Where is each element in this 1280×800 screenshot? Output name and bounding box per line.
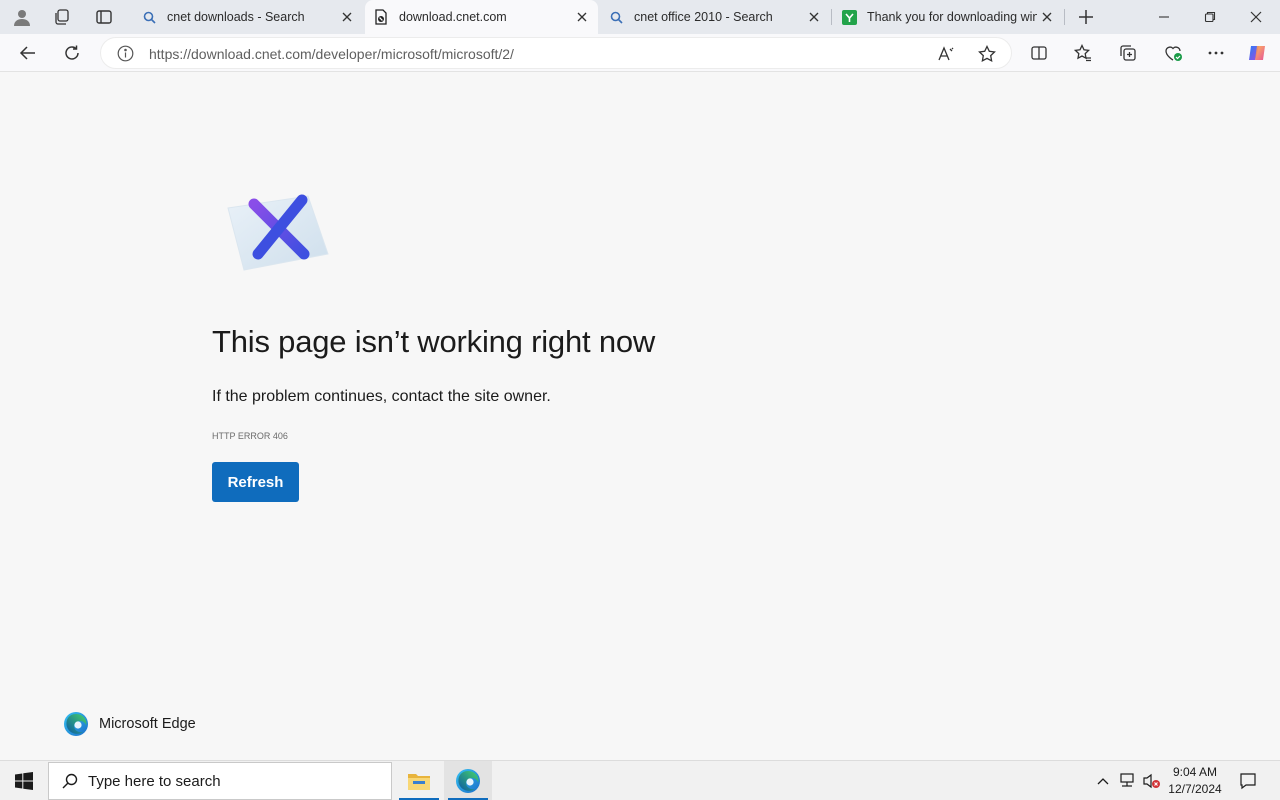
browser-toolbar: https://download.cnet.com/developer/micr…	[0, 34, 1280, 72]
network-icon[interactable]	[1115, 769, 1139, 793]
workspaces-icon	[55, 9, 69, 25]
tab-thank-you-downloading[interactable]: Thank you for downloading windows	[833, 0, 1063, 34]
close-tab-icon[interactable]	[804, 7, 824, 27]
edge-branding: Microsoft Edge	[63, 711, 196, 737]
search-placeholder: Type here to search	[88, 772, 221, 790]
browser-essentials-icon	[1165, 46, 1182, 61]
minimize-button[interactable]	[1141, 0, 1187, 34]
tab-title: cnet office 2010 - Search	[634, 10, 773, 24]
windows-logo-icon	[15, 772, 33, 790]
notification-icon	[1240, 773, 1256, 790]
tab-title: download.cnet.com	[399, 10, 507, 24]
back-button[interactable]	[12, 37, 44, 69]
search-icon	[608, 9, 624, 25]
show-hidden-icons-button[interactable]	[1091, 769, 1115, 793]
reload-button[interactable]	[56, 37, 88, 69]
error-code: HTTP ERROR 406	[212, 431, 288, 441]
folder-icon	[408, 774, 430, 790]
edge-taskbar-button[interactable]	[444, 761, 492, 800]
tab-cnet-office-2010-search[interactable]: cnet office 2010 - Search	[600, 0, 830, 34]
profile-icon	[14, 10, 30, 26]
error-x-icon	[227, 194, 329, 271]
workspaces-button[interactable]	[45, 3, 79, 31]
clock-time: 9:04 AM	[1172, 765, 1218, 779]
favorites-button[interactable]	[1067, 37, 1099, 69]
browser-essentials-button[interactable]	[1157, 37, 1189, 69]
taskbar-search-box[interactable]: Type here to search	[48, 762, 392, 800]
minimize-icon	[1159, 16, 1169, 18]
start-button[interactable]	[0, 761, 48, 800]
read-aloud-icon[interactable]	[937, 45, 955, 68]
restore-icon	[1204, 11, 1216, 23]
notification-center-button[interactable]	[1236, 769, 1260, 793]
tab-title: Thank you for downloading windows	[867, 10, 1037, 24]
error-description: If the problem continues, contact the si…	[212, 388, 551, 405]
tab-download-cnet[interactable]: download.cnet.com	[365, 0, 598, 34]
tab-strip: cnet downloads - Search download.cnet.co…	[0, 0, 1280, 34]
file-explorer-button[interactable]	[395, 761, 443, 800]
new-tab-button[interactable]	[1069, 3, 1103, 31]
page-title: This page isn’t working right now	[212, 324, 656, 359]
windows-taskbar: Type here to search 9:04 AM 12/7/2024	[0, 760, 1280, 800]
close-tab-icon[interactable]	[1037, 7, 1057, 27]
tab-actions-button[interactable]	[87, 3, 121, 31]
copilot-icon	[1249, 46, 1265, 60]
close-icon	[1250, 11, 1262, 23]
settings-more-button[interactable]	[1200, 37, 1232, 69]
edge-logo-icon	[456, 769, 480, 793]
more-dots-icon	[1208, 51, 1224, 55]
split-screen-button[interactable]	[1023, 37, 1055, 69]
back-arrow-icon	[19, 46, 35, 60]
address-url[interactable]: https://download.cnet.com/developer/micr…	[149, 46, 514, 62]
edge-logo-icon	[64, 712, 88, 736]
broken-page-icon	[373, 9, 389, 25]
address-bar[interactable]: https://download.cnet.com/developer/micr…	[100, 37, 1012, 69]
close-tab-icon[interactable]	[572, 7, 592, 27]
split-screen-icon	[1031, 46, 1047, 60]
tab-separator	[831, 9, 832, 25]
tab-separator	[1064, 9, 1065, 25]
info-icon[interactable]	[117, 45, 134, 67]
close-tab-icon[interactable]	[337, 7, 357, 27]
clock-date: 12/7/2024	[1168, 782, 1222, 796]
tab-actions-icon	[96, 10, 112, 24]
copilot-button[interactable]	[1242, 37, 1274, 69]
error-page: This page isn’t working right now If the…	[4, 72, 1276, 756]
green-site-icon	[841, 9, 857, 25]
reload-icon	[65, 45, 79, 60]
close-window-button[interactable]	[1233, 0, 1279, 34]
profile-button[interactable]	[5, 3, 39, 31]
chevron-up-icon	[1097, 778, 1109, 785]
search-icon	[62, 773, 78, 789]
tab-cnet-downloads-search[interactable]: cnet downloads - Search	[133, 0, 363, 34]
tab-title: cnet downloads - Search	[167, 10, 305, 24]
search-icon	[141, 9, 157, 25]
refresh-button[interactable]: Refresh	[212, 462, 299, 502]
favorite-star-icon[interactable]	[978, 44, 996, 68]
plus-icon	[1079, 10, 1093, 24]
restore-button[interactable]	[1187, 0, 1233, 34]
collections-icon	[1120, 45, 1136, 61]
favorites-icon	[1074, 44, 1091, 62]
collections-button[interactable]	[1112, 37, 1144, 69]
system-clock[interactable]: 9:04 AM 12/7/2024	[1160, 764, 1230, 798]
edge-brand-label: Microsoft Edge	[99, 716, 196, 732]
